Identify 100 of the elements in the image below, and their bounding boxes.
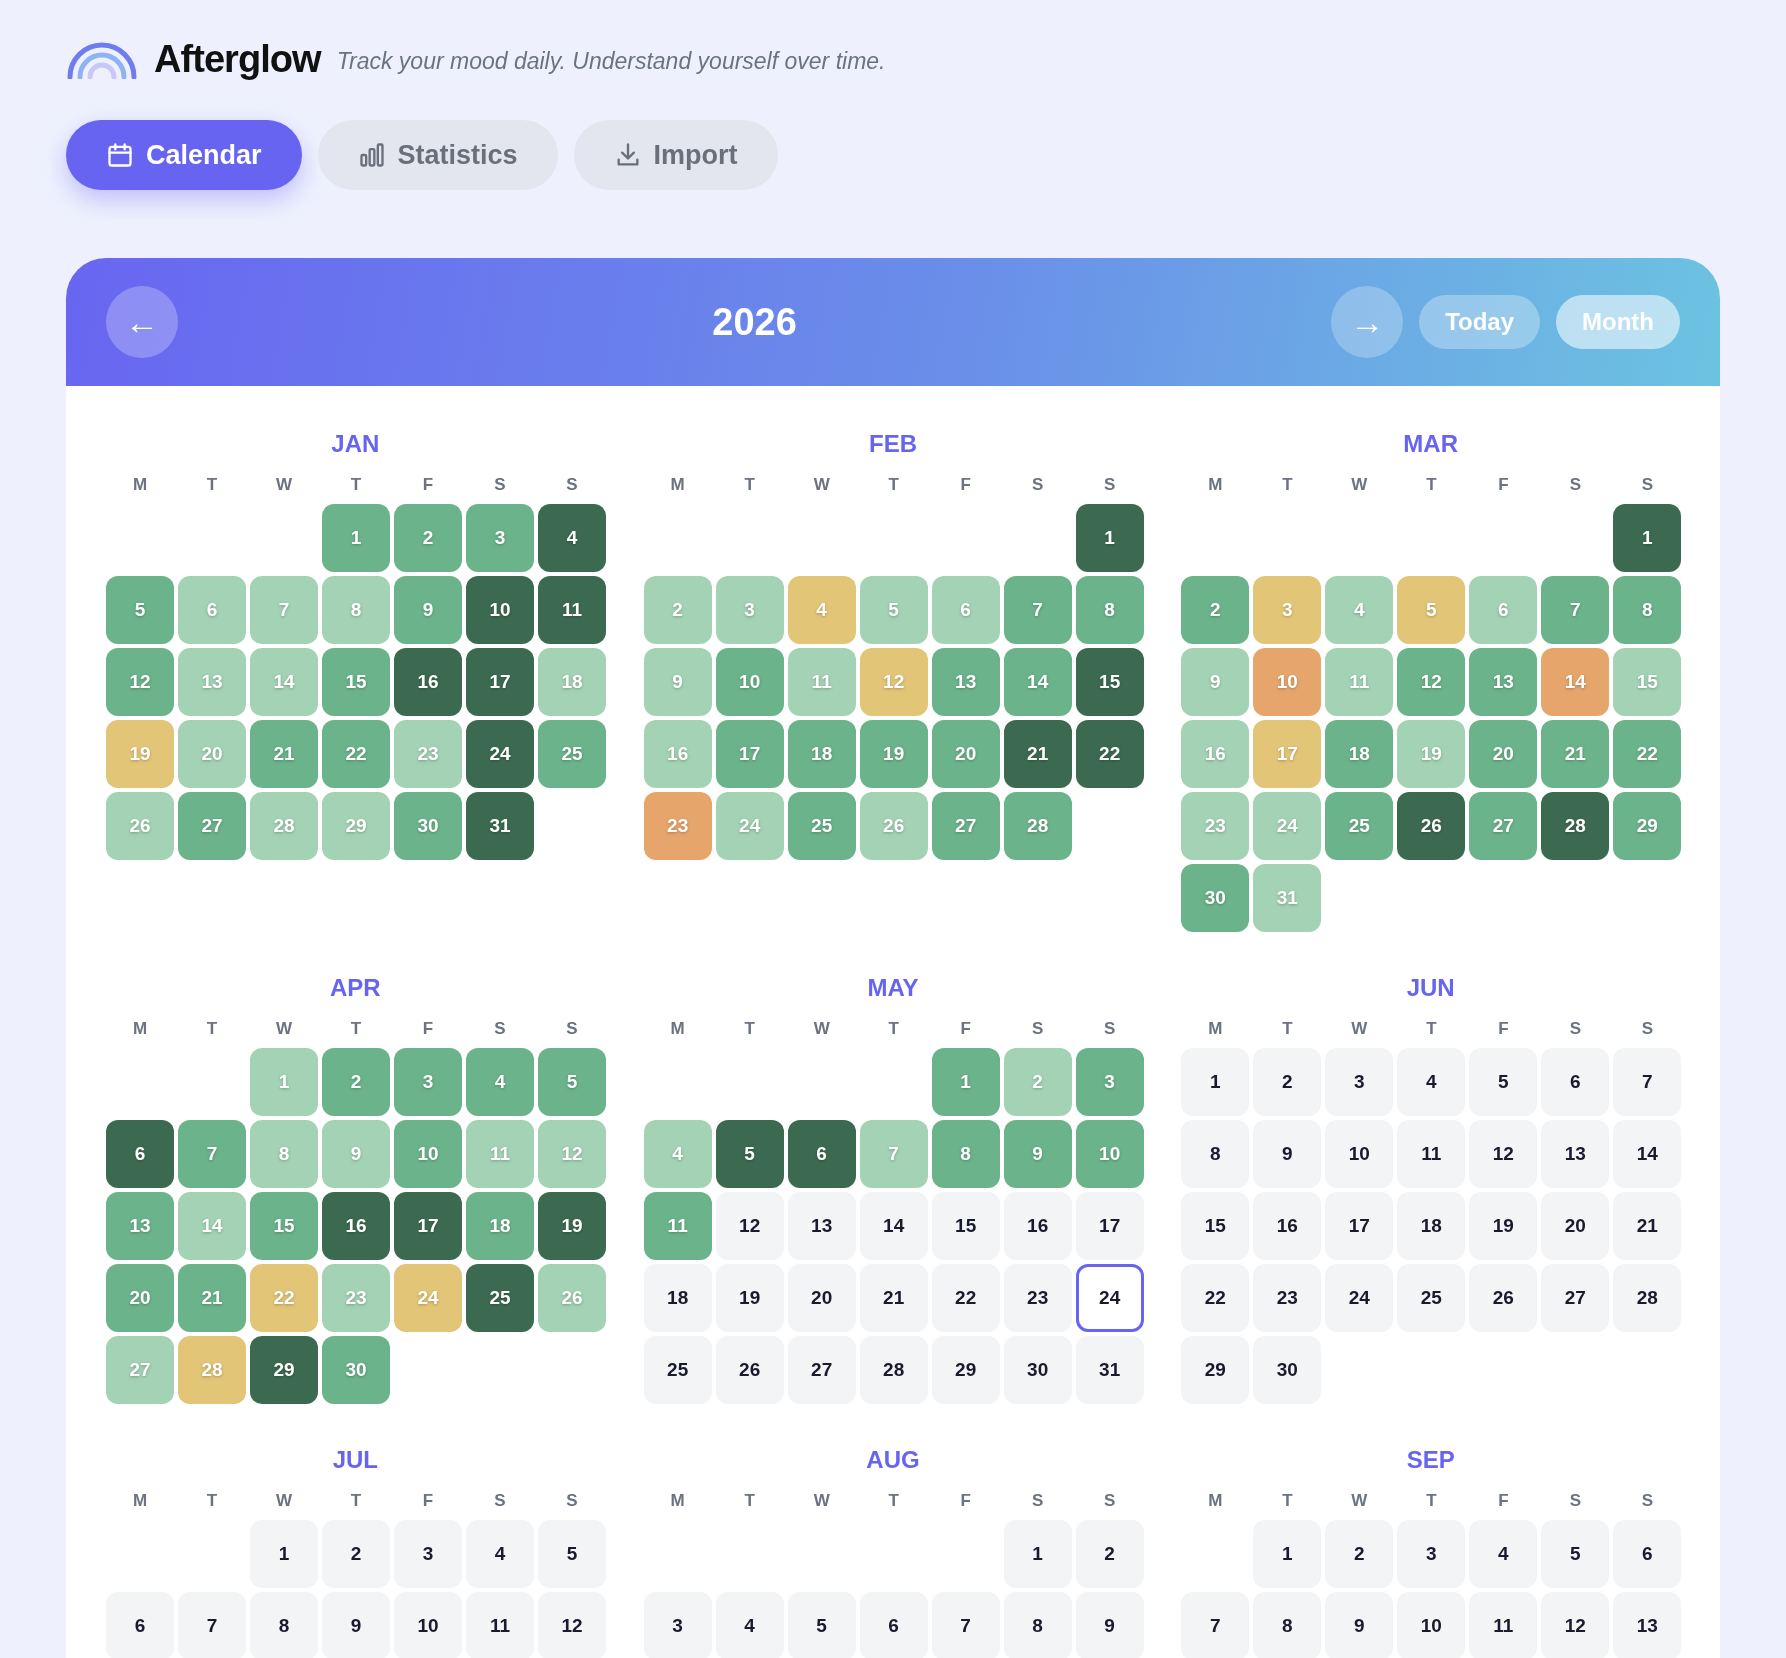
day-cell[interactable]: 4 <box>466 1520 534 1588</box>
day-cell[interactable]: 23 <box>1003 1264 1072 1332</box>
day-cell[interactable]: 11 <box>1397 1120 1466 1188</box>
day-cell[interactable]: 29 <box>1613 792 1682 860</box>
day-cell[interactable]: 14 <box>859 1192 928 1260</box>
day-cell[interactable]: 22 <box>1075 720 1144 788</box>
day-cell[interactable]: 30 <box>1253 1336 1322 1404</box>
day-cell[interactable]: 20 <box>178 720 246 788</box>
day-cell[interactable]: 25 <box>787 792 856 860</box>
day-cell[interactable]: 2 <box>1003 1048 1072 1116</box>
day-cell[interactable]: 9 <box>322 1120 390 1188</box>
day-cell[interactable]: 19 <box>106 720 174 788</box>
day-cell[interactable]: 24 <box>466 720 534 788</box>
day-cell[interactable]: 16 <box>1181 720 1250 788</box>
day-cell[interactable]: 3 <box>394 1520 462 1588</box>
day-cell[interactable]: 23 <box>643 792 712 860</box>
day-cell[interactable]: 24 <box>1253 792 1322 860</box>
day-cell[interactable]: 11 <box>787 648 856 716</box>
day-cell[interactable]: 22 <box>250 1264 318 1332</box>
day-cell[interactable]: 23 <box>1181 792 1250 860</box>
day-cell[interactable]: 31 <box>1075 1336 1144 1404</box>
day-cell[interactable]: 26 <box>1397 792 1466 860</box>
day-cell[interactable]: 8 <box>1075 576 1144 644</box>
day-cell[interactable]: 18 <box>787 720 856 788</box>
day-cell[interactable]: 2 <box>1253 1048 1322 1116</box>
day-cell[interactable]: 13 <box>1541 1120 1610 1188</box>
day-cell[interactable]: 12 <box>859 648 928 716</box>
day-cell[interactable]: 9 <box>643 648 712 716</box>
day-cell[interactable]: 19 <box>538 1192 606 1260</box>
day-cell[interactable]: 30 <box>322 1336 390 1404</box>
day-cell[interactable]: 2 <box>394 504 462 572</box>
day-cell[interactable]: 12 <box>1541 1592 1610 1658</box>
day-cell[interactable]: 12 <box>1469 1120 1538 1188</box>
day-cell[interactable]: 7 <box>250 576 318 644</box>
day-cell[interactable]: 7 <box>931 1592 1000 1658</box>
day-cell[interactable]: 13 <box>106 1192 174 1260</box>
day-cell[interactable]: 23 <box>394 720 462 788</box>
day-cell[interactable]: 9 <box>1075 1592 1144 1658</box>
day-cell[interactable]: 20 <box>931 720 1000 788</box>
day-cell[interactable]: 28 <box>250 792 318 860</box>
day-cell[interactable]: 6 <box>787 1120 856 1188</box>
day-cell[interactable]: 18 <box>1397 1192 1466 1260</box>
day-cell[interactable]: 12 <box>538 1120 606 1188</box>
day-cell[interactable]: 20 <box>1469 720 1538 788</box>
day-cell[interactable]: 2 <box>1181 576 1250 644</box>
day-cell[interactable]: 26 <box>538 1264 606 1332</box>
day-cell[interactable]: 6 <box>931 576 1000 644</box>
day-cell[interactable]: 10 <box>715 648 784 716</box>
day-cell[interactable]: 27 <box>106 1336 174 1404</box>
day-cell[interactable]: 3 <box>1325 1048 1394 1116</box>
day-cell[interactable]: 3 <box>643 1592 712 1658</box>
day-cell[interactable]: 8 <box>322 576 390 644</box>
day-cell[interactable]: 5 <box>1469 1048 1538 1116</box>
day-cell[interactable]: 7 <box>1541 576 1610 644</box>
day-cell[interactable]: 2 <box>322 1048 390 1116</box>
day-cell[interactable]: 22 <box>322 720 390 788</box>
day-cell[interactable]: 15 <box>1613 648 1682 716</box>
day-cell[interactable]: 4 <box>787 576 856 644</box>
day-cell[interactable]: 3 <box>1253 576 1322 644</box>
day-cell[interactable]: 9 <box>322 1592 390 1658</box>
day-cell[interactable]: 5 <box>1541 1520 1610 1588</box>
day-cell[interactable]: 6 <box>1613 1520 1682 1588</box>
day-cell[interactable]: 11 <box>466 1120 534 1188</box>
day-cell[interactable]: 3 <box>466 504 534 572</box>
day-cell[interactable]: 19 <box>1397 720 1466 788</box>
day-cell[interactable]: 8 <box>250 1120 318 1188</box>
day-cell[interactable]: 20 <box>106 1264 174 1332</box>
day-cell[interactable]: 30 <box>1003 1336 1072 1404</box>
day-cell[interactable]: 18 <box>1325 720 1394 788</box>
day-cell[interactable]: 22 <box>931 1264 1000 1332</box>
day-cell[interactable]: 28 <box>178 1336 246 1404</box>
day-cell[interactable]: 27 <box>787 1336 856 1404</box>
day-cell[interactable]: 9 <box>1325 1592 1394 1658</box>
day-cell[interactable]: 30 <box>394 792 462 860</box>
day-cell[interactable]: 6 <box>178 576 246 644</box>
day-cell[interactable]: 6 <box>1541 1048 1610 1116</box>
day-cell[interactable]: 15 <box>1181 1192 1250 1260</box>
day-cell[interactable]: 21 <box>859 1264 928 1332</box>
day-cell[interactable]: 29 <box>322 792 390 860</box>
day-cell[interactable]: 28 <box>1541 792 1610 860</box>
nav-tab[interactable]: Statistics <box>317 120 558 190</box>
day-cell[interactable]: 11 <box>1325 648 1394 716</box>
day-cell[interactable]: 1 <box>250 1048 318 1116</box>
day-cell[interactable]: 25 <box>1325 792 1394 860</box>
day-cell[interactable]: 7 <box>1181 1592 1250 1658</box>
day-cell[interactable]: 4 <box>466 1048 534 1116</box>
day-cell[interactable]: 11 <box>466 1592 534 1658</box>
day-cell[interactable]: 11 <box>643 1192 712 1260</box>
day-cell[interactable]: 17 <box>1075 1192 1144 1260</box>
day-cell[interactable]: 19 <box>859 720 928 788</box>
day-cell[interactable]: 16 <box>643 720 712 788</box>
day-cell[interactable]: 28 <box>1003 792 1072 860</box>
day-cell[interactable]: 2 <box>1325 1520 1394 1588</box>
day-cell[interactable]: 15 <box>322 648 390 716</box>
month-view-button[interactable]: Month <box>1556 295 1680 349</box>
day-cell[interactable]: 26 <box>106 792 174 860</box>
day-cell[interactable]: 10 <box>1325 1120 1394 1188</box>
day-cell[interactable]: 5 <box>859 576 928 644</box>
day-cell[interactable]: 15 <box>1075 648 1144 716</box>
day-cell[interactable]: 31 <box>1253 864 1322 932</box>
